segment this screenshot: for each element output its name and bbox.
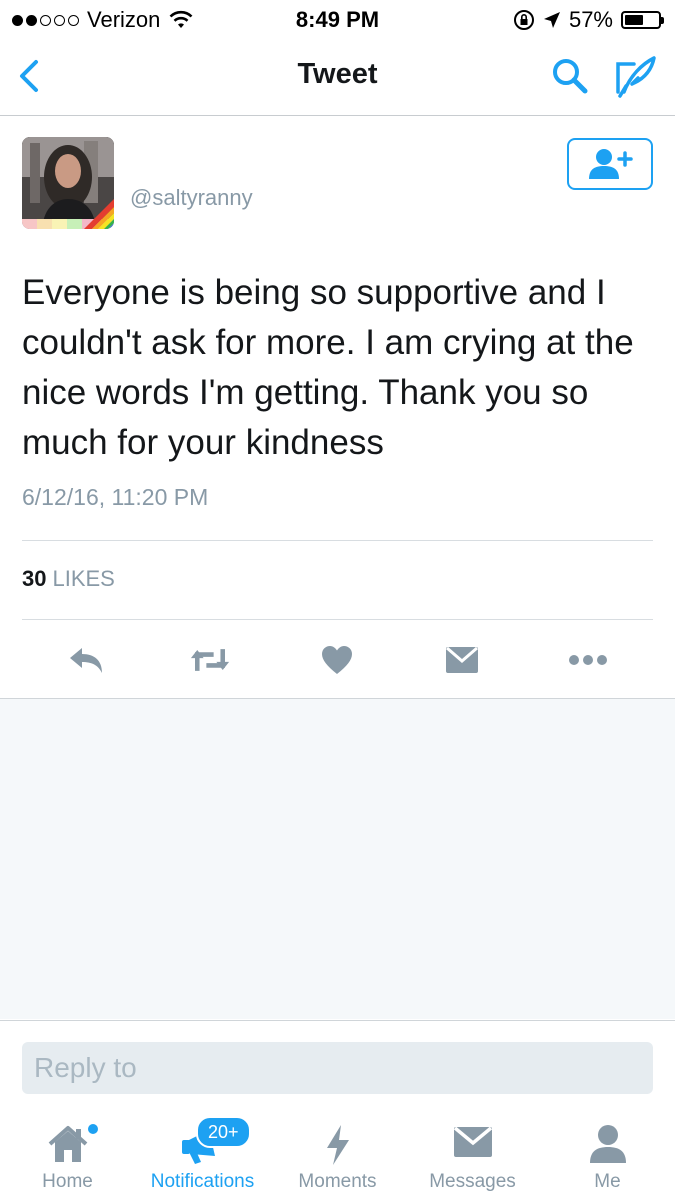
tab-moments[interactable]: Moments — [270, 1104, 405, 1200]
tab-home-label: Home — [42, 1171, 93, 1192]
direct-message-icon — [446, 646, 478, 673]
reply-button[interactable] — [66, 640, 106, 680]
add-user-icon — [589, 149, 633, 179]
rotation-lock-icon — [513, 10, 534, 30]
divider — [22, 540, 653, 541]
me-icon — [589, 1125, 626, 1163]
profile-photo — [22, 137, 114, 229]
messages-icon — [453, 1126, 492, 1157]
reply-bar — [0, 1020, 675, 1103]
status-right: 57% — [513, 7, 664, 33]
status-bar: Verizon 8:49 PM 57% — [0, 0, 675, 40]
likes-label: LIKES — [52, 566, 115, 591]
tab-home[interactable]: Home — [0, 1104, 135, 1200]
tweet-actions — [0, 620, 675, 699]
follow-button[interactable] — [567, 138, 653, 190]
tab-bar: Home Notifications Moments Messages Me — [0, 1104, 675, 1200]
battery-percent: 57% — [568, 7, 613, 32]
more-button[interactable] — [568, 640, 608, 680]
compose-button[interactable] — [612, 52, 660, 100]
battery-icon — [621, 11, 664, 29]
content-background — [0, 699, 675, 1019]
battery-fill — [625, 15, 644, 25]
notifications-badge: 20+ — [196, 1116, 251, 1148]
moments-icon — [326, 1125, 349, 1165]
message-button[interactable] — [442, 640, 482, 680]
search-button[interactable] — [548, 54, 592, 98]
nav-bar: Tweet — [0, 40, 675, 116]
like-icon — [322, 646, 352, 674]
tab-messages[interactable]: Messages — [405, 1104, 540, 1200]
like-button[interactable] — [317, 640, 357, 680]
tab-notifications-label: Notifications — [150, 1171, 255, 1192]
home-unread-dot — [88, 1124, 98, 1134]
search-icon — [553, 59, 588, 94]
avatar[interactable] — [22, 137, 114, 229]
tab-me-label: Me — [594, 1171, 621, 1192]
user-handle[interactable]: @saltyranny — [130, 185, 253, 211]
tweet-timestamp: 6/12/16, 11:20 PM — [22, 484, 209, 510]
tab-me[interactable]: Me — [540, 1104, 675, 1200]
retweet-icon — [190, 649, 230, 671]
reply-input[interactable] — [22, 1042, 653, 1094]
likes-number: 30 — [22, 566, 47, 591]
tab-moments-label: Moments — [298, 1171, 377, 1192]
location-arrow-icon — [543, 12, 560, 28]
home-icon — [48, 1126, 87, 1162]
reply-icon — [70, 648, 102, 673]
tweet-text: Everyone is being so supportive and I co… — [22, 273, 634, 462]
more-icon — [569, 655, 607, 665]
compose-icon — [616, 56, 656, 98]
likes-count[interactable]: 30 LIKES — [22, 566, 115, 592]
tab-messages-label: Messages — [429, 1171, 516, 1192]
retweet-button[interactable] — [190, 640, 230, 680]
